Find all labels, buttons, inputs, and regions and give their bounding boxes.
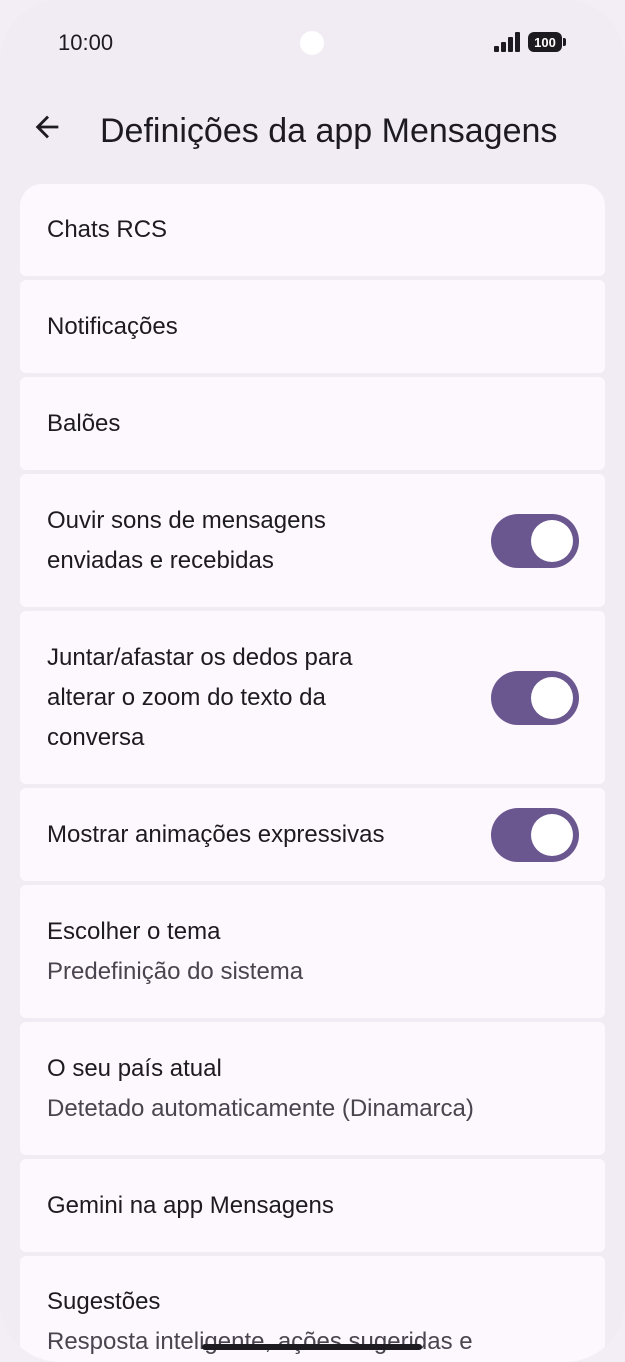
settings-item-notificacoes[interactable]: Notificações <box>20 280 605 373</box>
item-title: Balões <box>47 409 121 437</box>
settings-item-sons-mensagens[interactable]: Ouvir sons de mensagens enviadas e receb… <box>20 474 605 607</box>
animacoes-toggle[interactable] <box>491 807 579 862</box>
app-bar: Definições da app Mensagens <box>0 96 625 168</box>
battery-icon: 100 <box>528 32 566 52</box>
settings-item-zoom-texto[interactable]: Juntar/afastar os dedos para alterar o z… <box>20 611 605 784</box>
page-title: Definições da app Mensagens <box>100 112 558 150</box>
status-bar: 10:00 100 <box>0 0 625 88</box>
toggle-thumb <box>531 519 573 562</box>
item-title: Ouvir sons de mensagens enviadas e receb… <box>47 506 326 574</box>
settings-list: Chats RCS Notificações Balões Ouvir sons… <box>20 184 605 1362</box>
settings-item-gemini[interactable]: Gemini na app Mensagens <box>20 1159 605 1252</box>
settings-item-pais[interactable]: O seu país atual Detetado automaticament… <box>20 1022 605 1155</box>
toggle-thumb <box>531 813 573 856</box>
phone-screen: 10:00 100 Definições da app Mensagens Ch… <box>0 0 625 1362</box>
zoom-toggle[interactable] <box>491 670 579 725</box>
settings-item-tema[interactable]: Escolher o tema Predefinição do sistema <box>20 885 605 1018</box>
item-title: Escolher o tema <box>47 917 221 945</box>
signal-icon <box>494 32 522 52</box>
toggle-thumb <box>531 676 573 719</box>
item-title: Sugestões <box>47 1288 161 1315</box>
settings-item-chats-rcs[interactable]: Chats RCS <box>20 184 605 276</box>
item-title: Gemini na app Mensagens <box>47 1191 334 1219</box>
item-title: O seu país atual <box>47 1054 222 1082</box>
item-title: Chats RCS <box>47 216 168 243</box>
item-title: Juntar/afastar os dedos para alterar o z… <box>47 643 353 751</box>
sons-toggle[interactable] <box>491 513 579 568</box>
arrow-back-icon[interactable] <box>30 110 64 144</box>
item-title: Notificações <box>47 312 178 340</box>
camera-cutout <box>300 31 324 55</box>
home-indicator[interactable] <box>202 1344 422 1350</box>
settings-item-animacoes[interactable]: Mostrar animações expressivas <box>20 788 605 881</box>
item-title: Mostrar animações expressivas <box>47 820 385 848</box>
status-time: 10:00 <box>58 30 114 55</box>
item-subtitle: Resposta inteligente, ações sugeridas e <box>47 1328 473 1355</box>
settings-item-baloes[interactable]: Balões <box>20 377 605 470</box>
item-subtitle: Predefinição do sistema <box>47 957 304 985</box>
item-subtitle: Detetado automaticamente (Dinamarca) <box>47 1094 474 1122</box>
